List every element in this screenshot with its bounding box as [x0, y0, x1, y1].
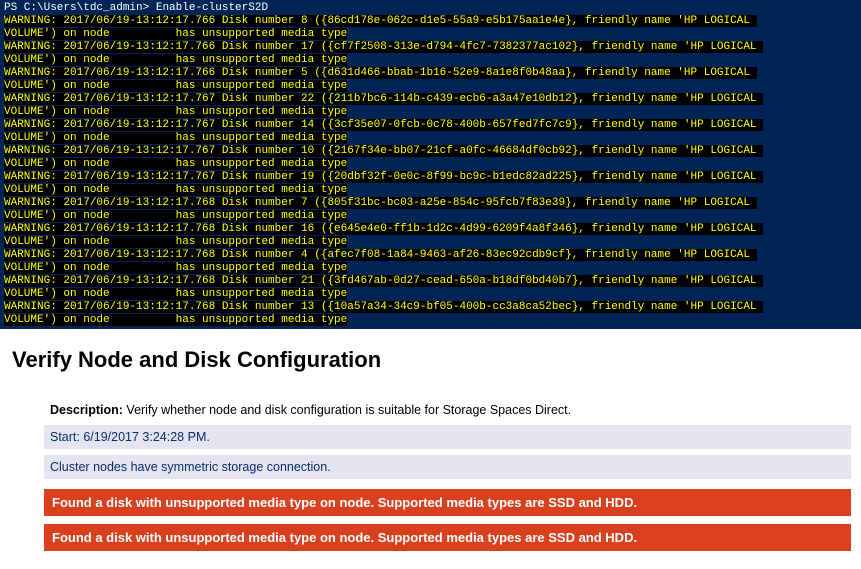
section-title: Verify Node and Disk Configuration — [12, 347, 851, 373]
info-row: Cluster nodes have symmetric storage con… — [44, 455, 851, 479]
report-section: Verify Node and Disk Configuration Descr… — [0, 329, 861, 569]
description-label: Description: — [50, 403, 123, 417]
start-time-row: Start: 6/19/2017 3:24:28 PM. — [44, 425, 851, 449]
description-text: Verify whether node and disk configurati… — [126, 403, 571, 417]
error-row: Found a disk with unsupported media type… — [44, 489, 851, 516]
error-row: Found a disk with unsupported media type… — [44, 524, 851, 551]
powershell-terminal[interactable]: PS C:\Users\tdc_admin> Enable-clusterS2D… — [0, 0, 861, 329]
description-row: Description: Verify whether node and dis… — [44, 399, 851, 425]
